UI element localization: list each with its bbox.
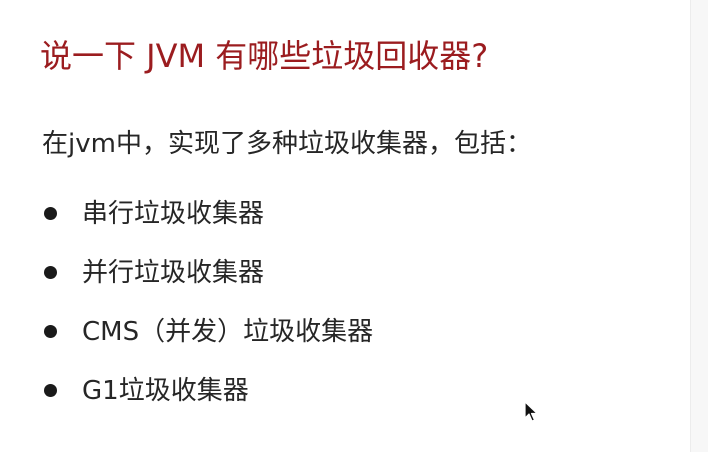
collector-list: 串行垃圾收集器 并行垃圾收集器 CMS（并发）垃圾收集器 G1垃圾收集器 [42,184,373,420]
bullet-icon [44,325,57,338]
list-item-label: 串行垃圾收集器 [82,198,265,229]
list-item: G1垃圾收集器 [42,361,373,420]
mouse-pointer-icon [524,401,538,422]
bullet-icon [44,207,57,220]
slide-title: 说一下 JVM 有哪些垃圾回收器? [40,37,489,75]
list-item: CMS（并发）垃圾收集器 [42,302,373,361]
list-item-label: CMS（并发）垃圾收集器 [82,316,374,347]
list-item: 串行垃圾收集器 [42,184,373,243]
list-item-label: 并行垃圾收集器 [82,257,265,288]
bullet-icon [44,266,57,279]
slide: 说一下 JVM 有哪些垃圾回收器? 在jvm中，实现了多种垃圾收集器，包括： 串… [0,0,690,452]
list-item-label: G1垃圾收集器 [82,375,249,406]
list-item: 并行垃圾收集器 [42,243,373,302]
intro-text: 在jvm中，实现了多种垃圾收集器，包括： [42,129,532,159]
bullet-icon [44,384,57,397]
window-edge [690,0,708,452]
